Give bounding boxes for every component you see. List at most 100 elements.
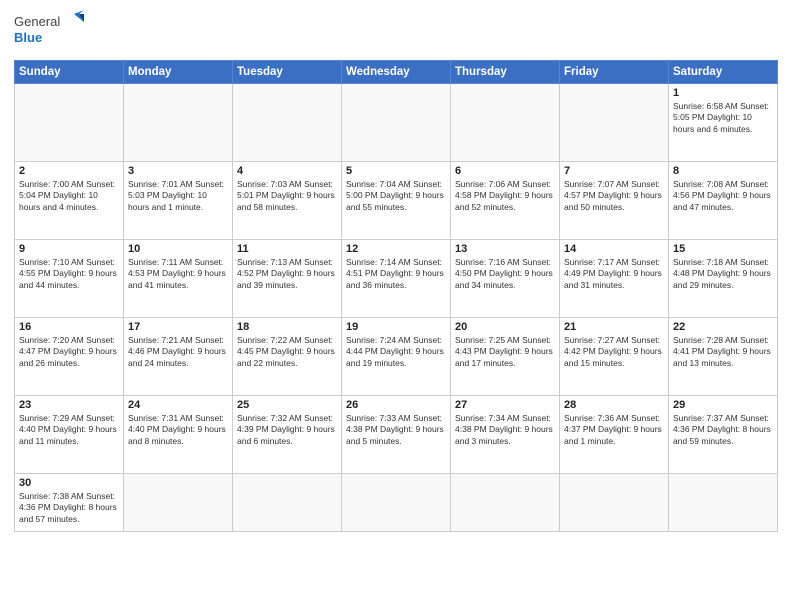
calendar-cell xyxy=(669,474,778,532)
day-info: Sunrise: 6:58 AM Sunset: 5:05 PM Dayligh… xyxy=(673,101,773,135)
calendar-cell: 6 Sunrise: 7:06 AM Sunset: 4:58 PM Daylig… xyxy=(451,162,560,240)
day-info: Sunrise: 7:17 AM Sunset: 4:49 PM Dayligh… xyxy=(564,257,664,291)
page: General Blue SundayMondayTuesdayWednesda… xyxy=(0,0,792,612)
calendar-cell: 16 Sunrise: 7:20 AM Sunset: 4:47 PM Dayli… xyxy=(15,318,124,396)
day-info: Sunrise: 7:34 AM Sunset: 4:38 PM Dayligh… xyxy=(455,413,555,447)
calendar-cell xyxy=(233,474,342,532)
day-number: 9 xyxy=(19,243,119,255)
calendar-cell: 11Sunrise: 7:13 AM Sunset: 4:52 PM Dayli… xyxy=(233,240,342,318)
day-number: 23 xyxy=(19,399,119,411)
calendar-cell: 18 Sunrise: 7:22 AM Sunset: 4:45 PM Dayli… xyxy=(233,318,342,396)
calendar-cell: 28Sunrise: 7:36 AM Sunset: 4:37 PM Dayli… xyxy=(560,396,669,474)
calendar-cell: 8Sunrise: 7:08 AM Sunset: 4:56 PM Daylig… xyxy=(669,162,778,240)
day-info: Sunrise: 7:06 AM Sunset: 4:58 PM Dayligh… xyxy=(455,179,555,213)
day-number: 13 xyxy=(455,243,555,255)
day-number: 3 xyxy=(128,165,228,177)
day-number: 20 xyxy=(455,321,555,333)
calendar-cell: 3 Sunrise: 7:01 AM Sunset: 5:03 PM Daylig… xyxy=(124,162,233,240)
day-info: Sunrise: 7:01 AM Sunset: 5:03 PM Dayligh… xyxy=(128,179,228,213)
day-number: 22 xyxy=(673,321,773,333)
day-info: Sunrise: 7:24 AM Sunset: 4:44 PM Dayligh… xyxy=(346,335,446,369)
calendar-cell xyxy=(233,84,342,162)
day-number: 12 xyxy=(346,243,446,255)
day-number: 1 xyxy=(673,87,773,99)
calendar-cell: 15 Sunrise: 7:18 AM Sunset: 4:48 PM Dayli… xyxy=(669,240,778,318)
day-info: Sunrise: 7:32 AM Sunset: 4:39 PM Dayligh… xyxy=(237,413,337,447)
day-number: 14 xyxy=(564,243,664,255)
calendar-week-row: 1 Sunrise: 6:58 AM Sunset: 5:05 PM Daylig… xyxy=(15,84,778,162)
day-info: Sunrise: 7:27 AM Sunset: 4:42 PM Dayligh… xyxy=(564,335,664,369)
day-number: 8 xyxy=(673,165,773,177)
day-info: Sunrise: 7:21 AM Sunset: 4:46 PM Dayligh… xyxy=(128,335,228,369)
logo: General Blue xyxy=(14,10,84,52)
day-info: Sunrise: 7:37 AM Sunset: 4:36 PM Dayligh… xyxy=(673,413,773,447)
calendar-cell: 17 Sunrise: 7:21 AM Sunset: 4:46 PM Dayli… xyxy=(124,318,233,396)
day-number: 10 xyxy=(128,243,228,255)
day-number: 16 xyxy=(19,321,119,333)
calendar-cell: 27Sunrise: 7:34 AM Sunset: 4:38 PM Dayli… xyxy=(451,396,560,474)
day-info: Sunrise: 7:00 AM Sunset: 5:04 PM Dayligh… xyxy=(19,179,119,213)
calendar-cell: 22 Sunrise: 7:28 AM Sunset: 4:41 PM Dayli… xyxy=(669,318,778,396)
calendar-cell xyxy=(560,84,669,162)
calendar-cell: 29 Sunrise: 7:37 AM Sunset: 4:36 PM Dayli… xyxy=(669,396,778,474)
day-number: 7 xyxy=(564,165,664,177)
calendar-week-row: 30 Sunrise: 7:38 AM Sunset: 4:36 PM Dayli… xyxy=(15,474,778,532)
day-info: Sunrise: 7:38 AM Sunset: 4:36 PM Dayligh… xyxy=(19,491,119,525)
day-info: Sunrise: 7:28 AM Sunset: 4:41 PM Dayligh… xyxy=(673,335,773,369)
calendar-cell: 23 Sunrise: 7:29 AM Sunset: 4:40 PM Dayli… xyxy=(15,396,124,474)
calendar-cell: 10Sunrise: 7:11 AM Sunset: 4:53 PM Dayli… xyxy=(124,240,233,318)
calendar-header-row: SundayMondayTuesdayWednesdayThursdayFrid… xyxy=(15,61,778,84)
day-number: 29 xyxy=(673,399,773,411)
day-info: Sunrise: 7:25 AM Sunset: 4:43 PM Dayligh… xyxy=(455,335,555,369)
day-info: Sunrise: 7:29 AM Sunset: 4:40 PM Dayligh… xyxy=(19,413,119,447)
day-number: 17 xyxy=(128,321,228,333)
general-blue-logo-icon: General Blue xyxy=(14,10,84,52)
day-number: 4 xyxy=(237,165,337,177)
calendar-cell: 2 Sunrise: 7:00 AM Sunset: 5:04 PM Daylig… xyxy=(15,162,124,240)
day-info: Sunrise: 7:22 AM Sunset: 4:45 PM Dayligh… xyxy=(237,335,337,369)
calendar-cell: 5Sunrise: 7:04 AM Sunset: 5:00 PM Daylig… xyxy=(342,162,451,240)
day-number: 11 xyxy=(237,243,337,255)
calendar-cell xyxy=(451,84,560,162)
day-info: Sunrise: 7:36 AM Sunset: 4:37 PM Dayligh… xyxy=(564,413,664,447)
calendar-week-row: 2 Sunrise: 7:00 AM Sunset: 5:04 PM Daylig… xyxy=(15,162,778,240)
calendar-cell: 9 Sunrise: 7:10 AM Sunset: 4:55 PM Daylig… xyxy=(15,240,124,318)
calendar-cell xyxy=(451,474,560,532)
day-number: 30 xyxy=(19,477,119,489)
day-number: 25 xyxy=(237,399,337,411)
calendar-cell: 26 Sunrise: 7:33 AM Sunset: 4:38 PM Dayli… xyxy=(342,396,451,474)
day-number: 18 xyxy=(237,321,337,333)
calendar-cell xyxy=(342,84,451,162)
day-header-wednesday: Wednesday xyxy=(342,61,451,84)
day-info: Sunrise: 7:10 AM Sunset: 4:55 PM Dayligh… xyxy=(19,257,119,291)
calendar-cell xyxy=(560,474,669,532)
day-number: 26 xyxy=(346,399,446,411)
calendar-cell: 30 Sunrise: 7:38 AM Sunset: 4:36 PM Dayli… xyxy=(15,474,124,532)
day-number: 24 xyxy=(128,399,228,411)
day-number: 21 xyxy=(564,321,664,333)
calendar-cell: 1 Sunrise: 6:58 AM Sunset: 5:05 PM Daylig… xyxy=(669,84,778,162)
day-number: 2 xyxy=(19,165,119,177)
calendar-cell xyxy=(342,474,451,532)
calendar-cell xyxy=(124,84,233,162)
calendar-week-row: 9 Sunrise: 7:10 AM Sunset: 4:55 PM Daylig… xyxy=(15,240,778,318)
day-info: Sunrise: 7:16 AM Sunset: 4:50 PM Dayligh… xyxy=(455,257,555,291)
day-header-sunday: Sunday xyxy=(15,61,124,84)
day-info: Sunrise: 7:20 AM Sunset: 4:47 PM Dayligh… xyxy=(19,335,119,369)
day-info: Sunrise: 7:33 AM Sunset: 4:38 PM Dayligh… xyxy=(346,413,446,447)
calendar-table: SundayMondayTuesdayWednesdayThursdayFrid… xyxy=(14,60,778,532)
day-header-thursday: Thursday xyxy=(451,61,560,84)
calendar-cell: 12 Sunrise: 7:14 AM Sunset: 4:51 PM Dayli… xyxy=(342,240,451,318)
day-info: Sunrise: 7:18 AM Sunset: 4:48 PM Dayligh… xyxy=(673,257,773,291)
day-header-monday: Monday xyxy=(124,61,233,84)
calendar-cell: 24 Sunrise: 7:31 AM Sunset: 4:40 PM Dayli… xyxy=(124,396,233,474)
calendar-cell: 7Sunrise: 7:07 AM Sunset: 4:57 PM Daylig… xyxy=(560,162,669,240)
day-info: Sunrise: 7:14 AM Sunset: 4:51 PM Dayligh… xyxy=(346,257,446,291)
calendar-cell: 14 Sunrise: 7:17 AM Sunset: 4:49 PM Dayli… xyxy=(560,240,669,318)
day-info: Sunrise: 7:31 AM Sunset: 4:40 PM Dayligh… xyxy=(128,413,228,447)
calendar-cell: 4Sunrise: 7:03 AM Sunset: 5:01 PM Daylig… xyxy=(233,162,342,240)
calendar-week-row: 16 Sunrise: 7:20 AM Sunset: 4:47 PM Dayli… xyxy=(15,318,778,396)
calendar-cell xyxy=(124,474,233,532)
day-number: 15 xyxy=(673,243,773,255)
day-number: 6 xyxy=(455,165,555,177)
